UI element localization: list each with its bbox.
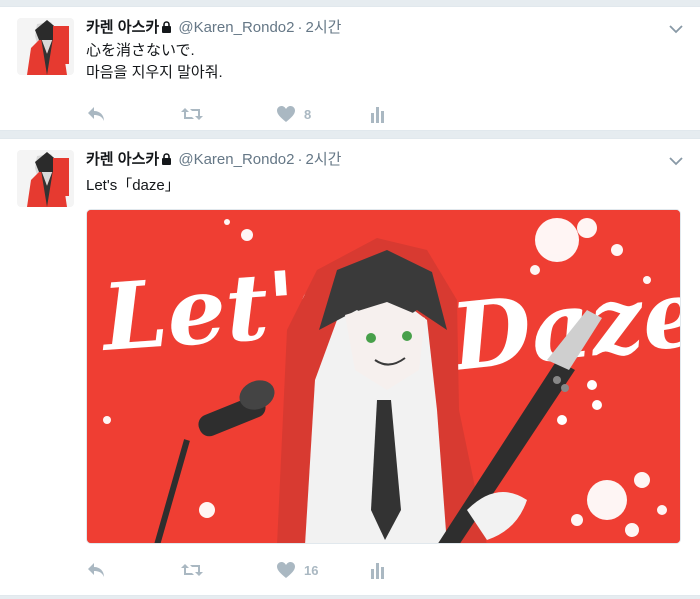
avatar[interactable] [17, 150, 74, 207]
like-button[interactable]: 8 [276, 103, 311, 125]
separator-dot: · [297, 19, 303, 36]
tweet-text-line: 心を消さないで. [86, 42, 195, 59]
handle[interactable]: @Karen_Rondo2 [178, 151, 294, 168]
like-count: 8 [304, 106, 312, 122]
tweet-text: Let's「daze」 [86, 175, 180, 197]
heart-icon [277, 562, 295, 578]
tweet[interactable]: 카렌 아스카 @Karen_Rondo2 · 2시간 Let's「daze」 Let… [0, 138, 700, 596]
lock-icon [161, 151, 172, 165]
analytics-icon [371, 107, 384, 123]
tweet-header: 카렌 아스카 @Karen_Rondo2 · 2시간 [86, 150, 341, 170]
retweet-button[interactable] [180, 559, 204, 581]
like-button[interactable]: 16 [276, 559, 318, 581]
tweet-text-line: 마음을 지우지 말아줘. [86, 64, 223, 81]
fullname[interactable]: 카렌 아스카 [86, 151, 159, 168]
separator-dot: · [297, 151, 303, 168]
retweet-button[interactable] [180, 103, 204, 125]
retweet-icon [181, 108, 203, 120]
tweet-actions: 8 [86, 103, 406, 125]
timestamp[interactable]: 2시간 [305, 151, 341, 168]
tweet-text-line: Let's「daze」 [86, 177, 180, 194]
caret-down-icon[interactable] [669, 153, 683, 166]
timestamp[interactable]: 2시간 [305, 19, 341, 36]
reply-button[interactable] [86, 103, 106, 125]
analytics-button[interactable] [370, 559, 386, 581]
heart-icon [277, 106, 295, 122]
fullname[interactable]: 카렌 아스카 [86, 19, 159, 36]
caret-down-icon[interactable] [669, 21, 683, 34]
handle[interactable]: @Karen_Rondo2 [178, 19, 294, 36]
tweet-actions: 16 [86, 559, 406, 581]
tweet-header: 카렌 아스카 @Karen_Rondo2 · 2시간 [86, 18, 341, 38]
reply-icon [88, 107, 104, 121]
reply-button[interactable] [86, 559, 106, 581]
avatar[interactable] [17, 18, 74, 75]
tweet-text: 心を消さないで. 마음을 지우지 말아줘. [86, 40, 223, 84]
reply-icon [88, 563, 104, 577]
analytics-button[interactable] [370, 103, 386, 125]
lock-icon [161, 19, 172, 33]
retweet-icon [181, 564, 203, 576]
media-image[interactable]: Let's Daze [86, 209, 681, 544]
like-count: 16 [304, 562, 319, 578]
analytics-icon [371, 563, 384, 579]
tweet[interactable]: 카렌 아스카 @Karen_Rondo2 · 2시간 心を消さないで. 마음을 지우… [0, 6, 700, 131]
